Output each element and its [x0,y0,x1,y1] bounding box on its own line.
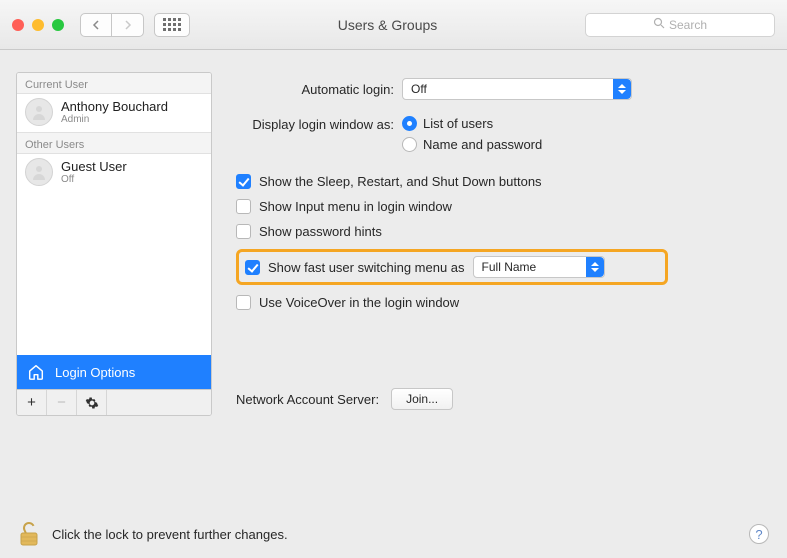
automatic-login-select[interactable]: Off [402,78,632,100]
login-options-label: Login Options [55,365,135,380]
user-role: Admin [61,114,168,125]
checkbox-icon [236,295,251,310]
search-placeholder: Search [669,18,707,32]
other-user-row[interactable]: Guest User Off [17,154,211,192]
checkbox-sleep-restart[interactable]: Show the Sleep, Restart, and Shut Down b… [236,174,761,189]
zoom-window-button[interactable] [52,19,64,31]
current-user-row[interactable]: Anthony Bouchard Admin [17,94,211,132]
checkbox-icon [236,224,251,239]
window-title: Users & Groups [200,17,575,33]
window-controls [12,19,64,31]
footer: Click the lock to prevent further change… [0,510,787,558]
user-name: Guest User [61,159,127,174]
avatar-icon [25,98,53,126]
forward-button[interactable] [112,13,144,37]
show-all-button[interactable] [154,13,190,37]
fast-user-switching-value: Full Name [482,260,537,274]
user-role: Off [61,174,127,185]
remove-user-button: − [47,390,77,415]
sidebar-actions: + − [17,389,211,415]
nav-buttons [80,13,144,37]
close-window-button[interactable] [12,19,24,31]
back-button[interactable] [80,13,112,37]
minimize-window-button[interactable] [32,19,44,31]
checkbox-voiceover[interactable]: Use VoiceOver in the login window [236,295,761,310]
stepper-icon [613,79,631,99]
join-button[interactable]: Join... [391,388,453,410]
sidebar: Current User Anthony Bouchard Admin Othe… [16,72,212,416]
radio-name-password[interactable]: Name and password [402,137,542,152]
lock-text: Click the lock to prevent further change… [52,527,288,542]
checkbox-icon [245,260,260,275]
fast-user-switching-select[interactable]: Full Name [473,256,605,278]
action-menu-button[interactable] [77,390,107,415]
toolbar: Users & Groups Search [0,0,787,50]
avatar-icon [25,158,53,186]
network-account-server-label: Network Account Server: [236,392,379,407]
lock-icon[interactable] [18,521,40,547]
radio-icon [402,116,417,131]
display-login-label: Display login window as: [236,116,394,132]
search-icon [653,17,665,32]
current-user-header: Current User [17,73,211,94]
highlight-fast-user-switching: Show fast user switching menu as Full Na… [236,249,668,285]
checkbox-password-hints[interactable]: Show password hints [236,224,761,239]
other-users-header: Other Users [17,132,211,154]
radio-icon [402,137,417,152]
checkbox-icon [236,199,251,214]
user-name: Anthony Bouchard [61,99,168,114]
settings-pane: Automatic login: Off Display login windo… [226,72,771,416]
automatic-login-value: Off [411,82,427,96]
search-field[interactable]: Search [585,13,775,37]
add-user-button[interactable]: + [17,390,47,415]
help-button[interactable]: ? [749,524,769,544]
radio-list-of-users[interactable]: List of users [402,116,542,131]
stepper-icon [586,257,604,277]
checkbox-fast-user-switching[interactable]: Show fast user switching menu as [245,260,465,275]
home-icon [27,363,45,381]
checkbox-icon [236,174,251,189]
automatic-login-label: Automatic login: [236,82,394,97]
checkbox-input-menu[interactable]: Show Input menu in login window [236,199,761,214]
login-options-item[interactable]: Login Options [17,355,211,389]
